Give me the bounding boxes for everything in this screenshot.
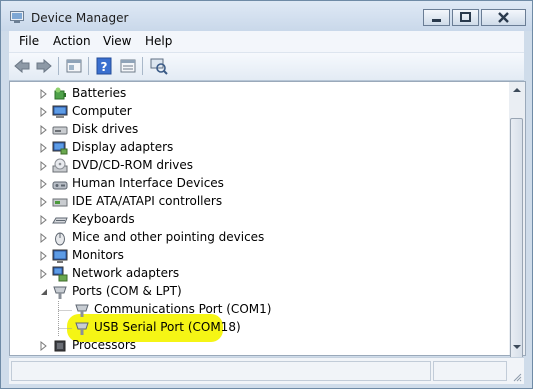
toolbar-separator (142, 57, 143, 75)
expand-arrow-icon[interactable] (40, 125, 48, 135)
status-bar-panel (433, 361, 507, 381)
expand-arrow-icon[interactable] (40, 251, 48, 261)
help-icon[interactable]: ? (95, 57, 113, 75)
menu-help[interactable]: Help (145, 34, 172, 48)
tree-item-label: Display adapters (72, 140, 174, 154)
monitor-icon (52, 249, 68, 263)
expand-arrow-icon[interactable] (40, 341, 48, 351)
back-icon[interactable] (13, 57, 31, 75)
minimize-button[interactable] (423, 9, 450, 26)
processor-icon (54, 340, 66, 352)
toolbar: ? (9, 53, 524, 81)
expand-arrow-icon[interactable] (40, 107, 48, 117)
scroll-up-arrow-icon[interactable] (509, 82, 525, 99)
tree-item-label: Disk drives (72, 122, 139, 136)
menu-file[interactable]: File (19, 34, 39, 48)
status-bar (9, 357, 524, 384)
forward-icon[interactable] (35, 57, 53, 75)
tree-item-label: Ports (COM & LPT) (72, 284, 182, 298)
status-bar-panel (11, 361, 431, 381)
scan-hardware-icon[interactable] (150, 57, 168, 75)
tree-item-label: Human Interface Devices (72, 176, 224, 190)
hid-icon (52, 181, 68, 190)
dvd-drive-icon (52, 158, 68, 173)
expand-arrow-icon[interactable] (40, 89, 48, 99)
show-hide-tree-icon[interactable] (119, 57, 137, 75)
maximize-button[interactable] (452, 9, 479, 26)
expand-arrow-icon[interactable] (40, 233, 48, 243)
port-icon (53, 286, 67, 299)
vertical-scrollbar[interactable] (509, 81, 526, 380)
scroll-down-arrow-icon[interactable] (509, 338, 525, 355)
tree-item-label: DVD/CD-ROM drives (72, 158, 194, 172)
tree-item-label: Communications Port (COM1) (94, 302, 272, 316)
battery-icon (54, 87, 66, 100)
device-manager-app-icon (10, 11, 24, 23)
resize-grip-icon[interactable] (512, 372, 522, 382)
mouse-icon (55, 232, 65, 246)
toolbar-separator (58, 57, 59, 75)
expand-arrow-icon[interactable] (40, 215, 48, 225)
ide-controller-icon (52, 198, 68, 207)
tree-item-label: USB Serial Port (COM18) (94, 320, 241, 334)
menu-bar: File Action View Help (9, 31, 524, 53)
close-button[interactable] (481, 9, 526, 26)
tree-item-label: Processors (72, 338, 137, 352)
expand-arrow-icon[interactable] (40, 269, 48, 279)
menu-view[interactable]: View (103, 34, 131, 48)
expand-arrow-icon[interactable] (40, 161, 48, 171)
properties-icon[interactable] (65, 57, 83, 75)
port-icon (75, 304, 89, 317)
toolbar-separator (88, 57, 89, 75)
tree-item-label: Batteries (72, 86, 127, 100)
caption-buttons (423, 9, 526, 28)
window-title: Device Manager (31, 11, 129, 25)
menu-action[interactable]: Action (53, 34, 91, 48)
collapse-arrow-icon[interactable] (40, 287, 48, 297)
title-bar[interactable]: Device Manager (1, 1, 532, 31)
port-icon (75, 322, 89, 335)
device-manager-window: Device Manager File Action View Help ? B… (0, 0, 533, 389)
tree-guide-lines (58, 301, 72, 337)
display-adapter-icon (52, 141, 68, 155)
expand-arrow-icon[interactable] (40, 143, 48, 153)
computer-icon (52, 105, 68, 118)
expand-arrow-icon[interactable] (40, 179, 48, 189)
maximize-icon (460, 12, 471, 22)
minimize-icon (432, 19, 441, 22)
device-tree[interactable]: Batteries Computer Disk drives Display a… (9, 81, 509, 356)
disk-drive-icon (52, 126, 68, 135)
tree-item-label: Keyboards (72, 212, 135, 226)
svg-text:?: ? (101, 60, 108, 74)
expand-arrow-icon[interactable] (40, 197, 48, 207)
close-icon (498, 12, 509, 23)
keyboard-icon (52, 217, 68, 224)
tree-item-label: Mice and other pointing devices (72, 230, 265, 244)
network-adapter-icon (52, 266, 68, 282)
tree-item-label: Computer (72, 104, 132, 118)
tree-item-label: Network adapters (72, 266, 180, 280)
tree-item-label: IDE ATA/ATAPI controllers (72, 194, 223, 208)
tree-item-label: Monitors (72, 248, 124, 262)
